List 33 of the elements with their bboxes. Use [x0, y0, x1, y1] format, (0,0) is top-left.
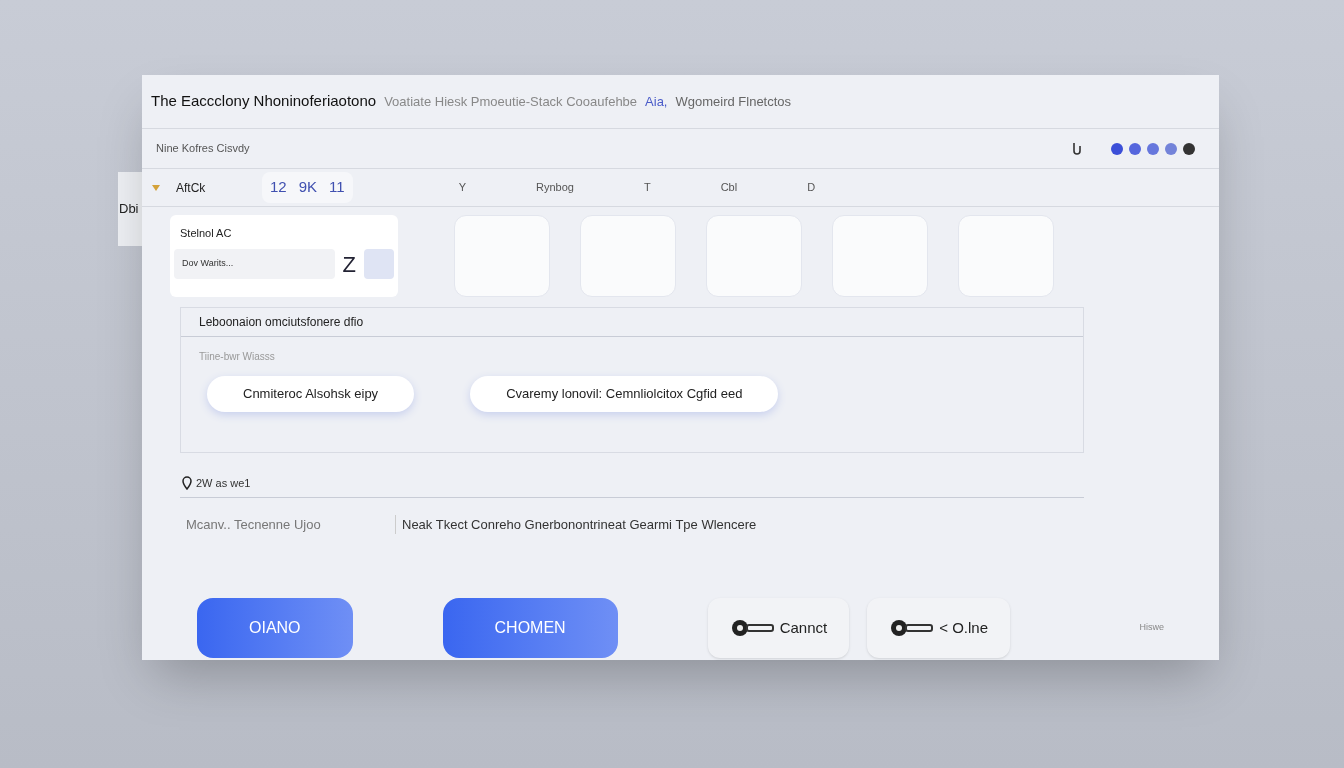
action-button[interactable]: < O.lne	[867, 598, 1010, 658]
letter: Z	[342, 250, 356, 279]
column-header: Y	[458, 180, 466, 196]
column-header: Rynbog	[535, 180, 574, 196]
window-title: The Eaccclony Nhoninoferiaotono	[151, 91, 377, 112]
location-label: 2W as we1	[196, 475, 251, 491]
action-button[interactable]: Cannct	[707, 598, 850, 658]
column-header: T	[643, 180, 651, 196]
action-button[interactable]: CHOMEN	[442, 598, 618, 658]
section-title: Leboonaion omciutsfonere dfio	[181, 308, 1083, 337]
chip[interactable]: 9K	[298, 176, 318, 199]
group-label: AftCk	[176, 179, 207, 197]
table-cell: Mcanv.. Tecnenne Ujoo	[180, 514, 396, 535]
action-button[interactable]: OIANO	[197, 598, 353, 658]
card-title: Stelnol AC	[179, 226, 233, 241]
key-icon	[729, 618, 776, 638]
chip[interactable]: 12	[270, 176, 287, 199]
breadcrumb[interactable]: Nine Kofres Cisvdy	[156, 140, 250, 157]
location-pin-icon	[182, 475, 192, 490]
pill-button[interactable]: Cvaremy lonovil: Cemnliolcitox Cgfid eed	[470, 376, 779, 412]
chip[interactable]: 11	[329, 176, 345, 199]
tag: Aia,	[645, 91, 668, 112]
key-icon	[889, 618, 936, 638]
window-subtitle: Voatiate Hiesk Pmoeutie-Stack Cooaufehbe	[384, 92, 638, 111]
input-field[interactable]: Dov Warits...	[174, 249, 335, 279]
side-tab[interactable]: Dbi	[118, 172, 142, 246]
section-subtitle: Tiine-bwr Wiasss	[198, 350, 276, 364]
pill-button[interactable]: Cnmiteroc Alsohsk eipy	[207, 376, 415, 412]
table-cell-text: Neak Tkect Conreho Gnerbonontrineat Gearmi Tpe Wlencere	[401, 515, 758, 534]
column-header: Cbl	[720, 180, 738, 196]
footer-note: Hiswe	[1139, 621, 1164, 635]
window-subtitle: Wgomeird Flnetctos	[675, 92, 792, 111]
column-header: D	[807, 180, 816, 196]
